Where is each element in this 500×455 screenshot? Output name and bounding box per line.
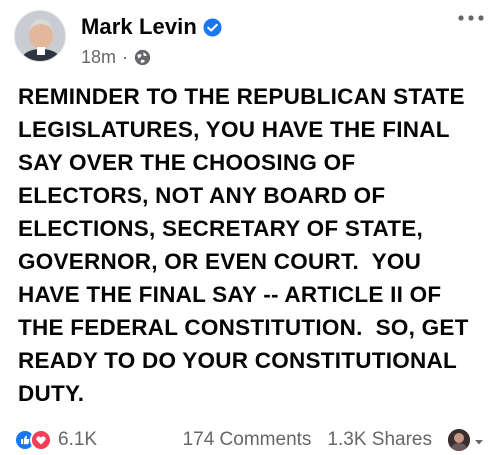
globe-icon[interactable] bbox=[134, 49, 151, 66]
shares-count[interactable]: 1.3K Shares bbox=[327, 429, 432, 451]
reactions-summary[interactable]: 6.1K bbox=[14, 429, 97, 451]
viewer-avatar bbox=[448, 429, 470, 451]
verified-badge-icon bbox=[203, 17, 222, 37]
engagement-stats: 174 Comments 1.3K Shares bbox=[183, 429, 486, 451]
author-name-row: Mark Levin bbox=[81, 14, 222, 40]
post-footer: 6.1K 174 Comments 1.3K Shares bbox=[14, 426, 486, 454]
reactions-count: 6.1K bbox=[58, 429, 98, 450]
author-avatar[interactable] bbox=[14, 10, 66, 62]
more-options-icon[interactable] bbox=[456, 10, 486, 26]
post-header: Mark Levin 18m · bbox=[14, 10, 486, 70]
love-reaction-icon bbox=[30, 429, 52, 451]
post-text: REMINDER TO THE REPUBLICAN STATE LEGISLA… bbox=[18, 84, 469, 406]
post-meta: 18m · bbox=[81, 47, 151, 68]
share-as-selector[interactable] bbox=[448, 429, 486, 451]
post-time[interactable]: 18m bbox=[81, 47, 116, 68]
chevron-down-icon bbox=[472, 433, 486, 447]
comments-count[interactable]: 174 Comments bbox=[183, 429, 312, 451]
author-name[interactable]: Mark Levin bbox=[81, 14, 197, 40]
meta-separator: · bbox=[122, 47, 129, 67]
